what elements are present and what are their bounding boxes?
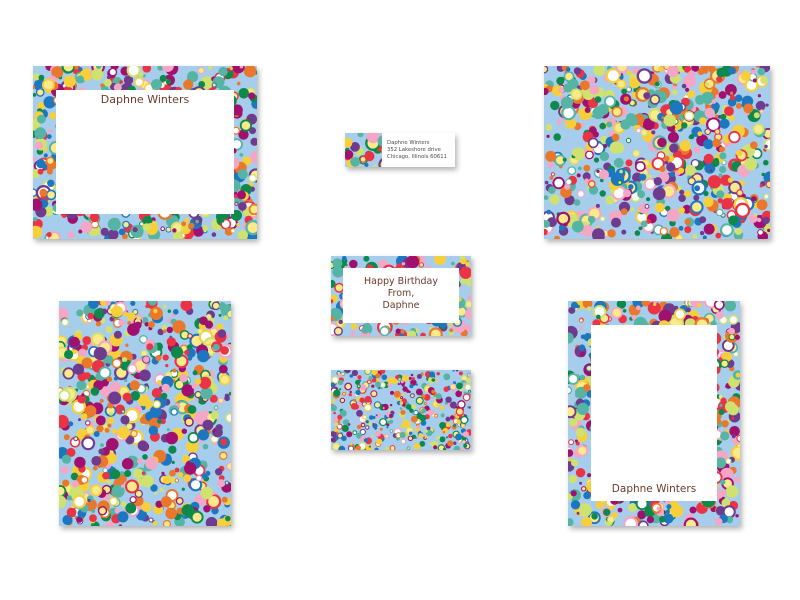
address-label: Daphne Winters 352 Lakeshore drive Chica… [345,133,455,167]
patterned-card [544,66,770,239]
card-name-text: Daphne Winters [100,93,190,106]
address-line-city: Chicago, Illinois 60611 [387,154,447,160]
polka-dot-pattern [544,66,770,239]
notepad-with-name: Daphne Winters [568,301,740,526]
notepad-name-panel: Daphne Winters [591,325,717,501]
address-line-street: 352 Lakeshore drive [387,147,441,153]
gift-tag-line-2: From, [387,288,415,299]
polka-dot-pattern [331,370,471,450]
gift-tag-with-message: Happy Birthday From, Daphne [331,256,471,336]
address-label-panel: Daphne Winters 352 Lakeshore drive Chica… [382,133,455,167]
gift-tag-line-3: Daphne [382,300,420,311]
patterned-gift-tag [331,370,471,450]
notepad-name-text: Daphne Winters [611,483,697,495]
polka-dot-pattern [59,301,231,526]
address-line-name: Daphne Winters [387,140,430,146]
gift-tag-panel: Happy Birthday From, Daphne [343,268,459,323]
patterned-notepad [59,301,231,526]
gift-tag-line-1: Happy Birthday [364,276,438,287]
flat-card-with-name: Daphne Winters [33,66,257,239]
card-name-panel: Daphne Winters [56,90,234,214]
